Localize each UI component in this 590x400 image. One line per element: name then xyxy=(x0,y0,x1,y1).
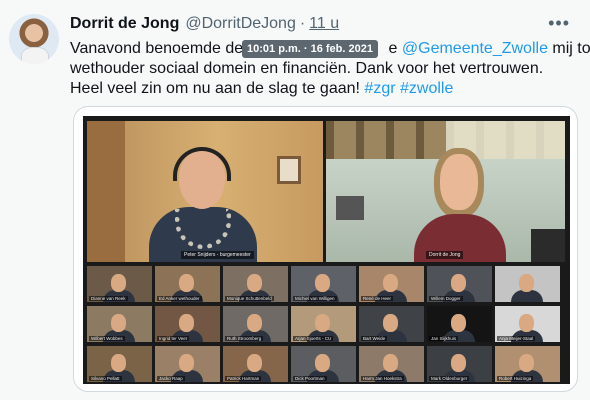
participant-label: Ingrid ter Veer xyxy=(157,336,190,341)
timestamp-tooltip: 10:01 p.m. · 16 feb. 2021 xyxy=(242,40,378,58)
participant-label: Bart Weide xyxy=(361,336,388,341)
participant-label: Arjan Sjoerts - CU xyxy=(293,336,334,341)
participant-label: Dick Poortman xyxy=(293,376,327,381)
participant-tile: Bart Weide xyxy=(359,306,424,342)
participant-head xyxy=(519,314,534,332)
participant-tile: Willem Dogger xyxy=(427,266,492,302)
hashtag-link[interactable]: #zgr xyxy=(364,80,395,97)
participant-head xyxy=(315,354,330,372)
participant-head xyxy=(111,314,126,332)
participant-head xyxy=(383,314,398,332)
participant-label: Jacko Raap xyxy=(157,376,185,381)
participant-head xyxy=(179,354,194,372)
participant-tile: Arjan Sjoerts - CU xyxy=(291,306,356,342)
wall-frame xyxy=(277,156,301,184)
participant-tile: Silvano Pellatt xyxy=(87,346,152,382)
participant-head xyxy=(315,274,330,292)
participant-label: Michiel van Willigen xyxy=(293,296,337,301)
participant-label: Ed Anker wethouder xyxy=(157,296,202,301)
participant-head xyxy=(247,314,262,332)
participant-head xyxy=(315,314,330,332)
participant-label: Anja Meijer-Staal xyxy=(497,336,536,341)
participant-head xyxy=(383,274,398,292)
background-door xyxy=(87,121,125,262)
participant-head xyxy=(440,154,478,210)
participant-head xyxy=(383,354,398,372)
participant-tile: Jacko Raap xyxy=(155,346,220,382)
participant-label: Ruth Stroomberg xyxy=(225,336,264,341)
participant-head xyxy=(519,354,534,372)
tweet-text-line-3: Heel veel zin om nu aan de slag te gaan!… xyxy=(70,79,570,99)
participant-head xyxy=(451,274,466,292)
avatar[interactable] xyxy=(9,14,59,64)
tweet-text-line-2: wethouder sociaal domein en financiën. D… xyxy=(70,60,544,77)
participant-tile: Dick Poortman xyxy=(291,346,356,382)
tweet[interactable]: Dorrit de Jong @DorritDeJong · 11 u ••• … xyxy=(0,0,590,400)
participant-tile: Mark Oldenburger xyxy=(427,346,492,382)
participant-head xyxy=(247,274,262,292)
participant-label: Peter Snijders - burgemeester xyxy=(181,251,254,259)
main-video-tile-right: Dorrit de Jong xyxy=(326,121,565,262)
ellipsis-icon[interactable]: ••• xyxy=(548,14,570,32)
participant-label: Wilbert Wobbes xyxy=(89,336,125,341)
participant-label: Robert Huizinga xyxy=(497,376,534,381)
participant-head xyxy=(179,314,194,332)
participant-label: Dorrit de Jong xyxy=(426,251,464,259)
author-handle[interactable]: @DorritDeJong xyxy=(185,15,296,33)
text-segment: e xyxy=(388,40,402,57)
video-call-screenshot: Peter Snijders - burgemeester Dorrit de … xyxy=(83,116,570,384)
participant-head xyxy=(451,354,466,372)
participant-label: Jan Slijkhuis xyxy=(429,336,459,341)
participant-tile: Anja Meijer-Staal xyxy=(495,306,560,342)
participant-tile: Ingrid ter Veer xyxy=(155,306,220,342)
main-video-tile-left: Peter Snijders - burgemeester xyxy=(87,121,323,262)
participant-grid: Dianne van Reek Ed Anker wethouder Monique… xyxy=(87,266,565,383)
participant-head xyxy=(247,354,262,372)
participant-tile: Jan Slijkhuis xyxy=(427,306,492,342)
text-segment: mij tot xyxy=(552,40,590,57)
participant-label: Monique Schuttenbeld xyxy=(225,296,274,301)
participant-label: Patrick Hartman xyxy=(225,376,262,381)
participant-label: Silvano Pellatt xyxy=(89,376,122,381)
text-segment: Vanavond benoemde de g xyxy=(70,40,257,57)
mention-link[interactable]: @Gemeente_Zwolle xyxy=(402,40,548,57)
participant-tile: Monique Schuttenbeld xyxy=(223,266,288,302)
participant-head xyxy=(111,274,126,292)
background-screen xyxy=(531,229,565,262)
participant-label: Mark Oldenburger xyxy=(429,376,470,381)
participant-head xyxy=(519,274,534,292)
participant-head xyxy=(111,354,126,372)
separator-dot: · xyxy=(299,15,306,32)
participant-label: Willem Dogger xyxy=(429,296,463,301)
background-panel xyxy=(336,196,364,220)
participant-head xyxy=(179,274,194,292)
participant-label: René de Heer xyxy=(361,296,394,301)
participant-tile: Wilbert Wobbes xyxy=(87,306,152,342)
participant-tile: Ed Anker wethouder xyxy=(155,266,220,302)
participant-tile: Harm Jan Hoekstra xyxy=(359,346,424,382)
participant-label: Dianne van Reek xyxy=(89,296,128,301)
participant-tile: Ruth Stroomberg xyxy=(223,306,288,342)
media-attachment[interactable]: Peter Snijders - burgemeester Dorrit de … xyxy=(73,106,578,392)
participant-head xyxy=(451,314,466,332)
participant-tile: Michiel van Willigen xyxy=(291,266,356,302)
author-name[interactable]: Dorrit de Jong xyxy=(70,15,179,33)
tweet-header: Dorrit de Jong @DorritDeJong · 11 u xyxy=(70,15,339,37)
participant-tile: René de Heer xyxy=(359,266,424,302)
hashtag-link[interactable]: #zwolle xyxy=(400,80,453,97)
text-segment: Heel veel zin om nu aan de slag te gaan! xyxy=(70,80,365,97)
participant-tile: Patrick Hartman xyxy=(223,346,288,382)
participant-tile xyxy=(495,266,560,302)
participant-tile: Robert Huizinga xyxy=(495,346,560,382)
participant-label: Harm Jan Hoekstra xyxy=(361,376,404,381)
participant-tile: Dianne van Reek xyxy=(87,266,152,302)
tweet-time[interactable]: 11 u xyxy=(309,15,339,33)
